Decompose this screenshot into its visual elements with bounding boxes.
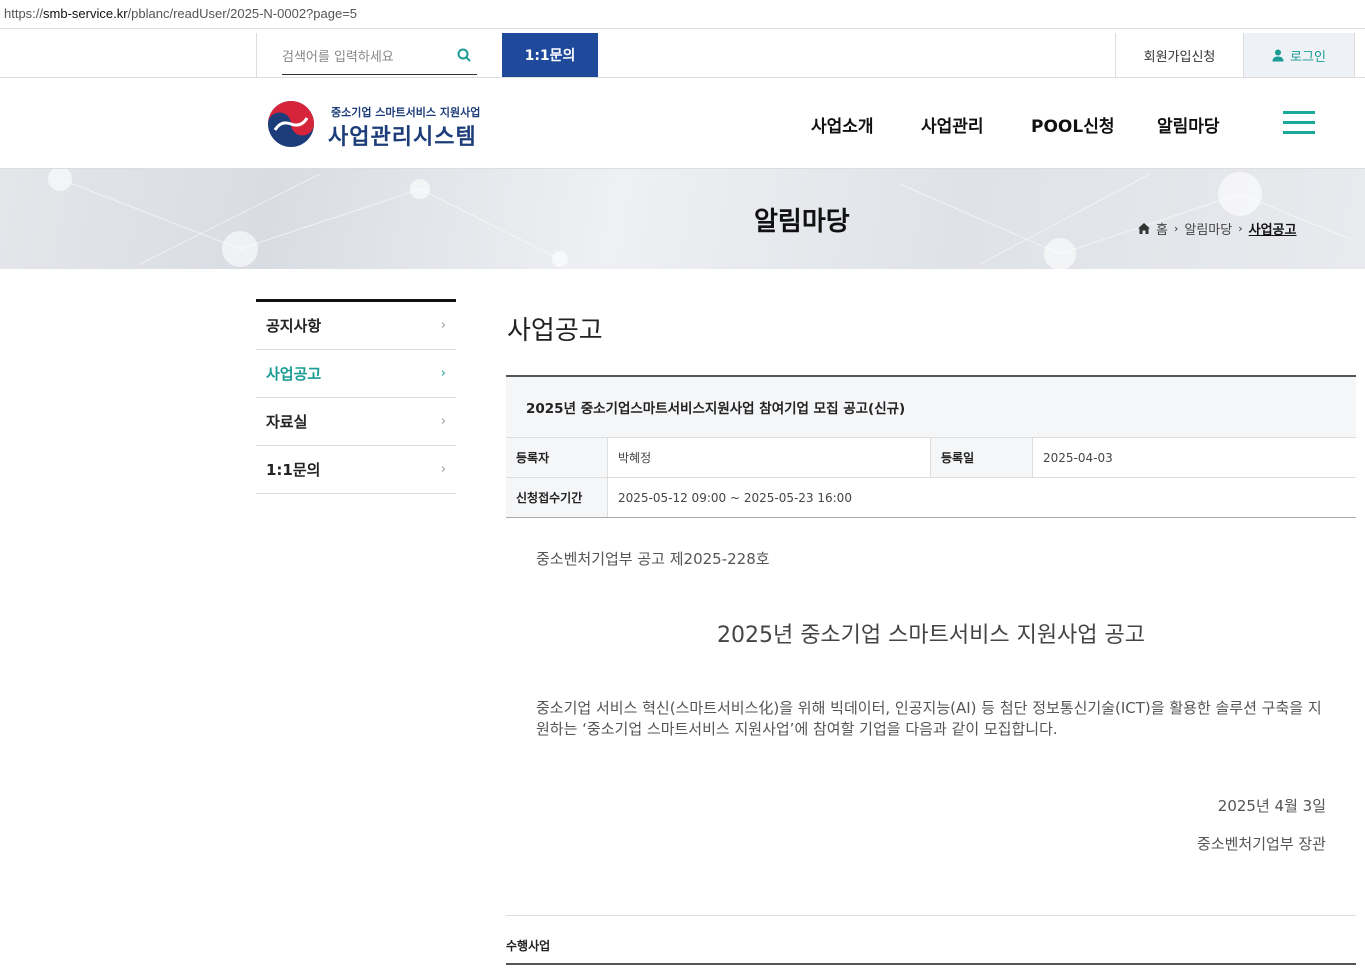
section-label: 수행사업 [506,939,551,953]
author-label: 등록자 [506,438,608,477]
document-issuer: 중소벤처기업부 장관 [1197,835,1326,853]
chevron-right-icon: › [1173,222,1179,235]
chevron-right-icon: › [440,462,446,477]
search-icon[interactable] [456,47,472,63]
logo-subtitle: 중소기업 스마트서비스 지원사업 [331,106,481,119]
sub-banner: 알림마당 홈 › 알림마당 › 사업공고 [0,169,1365,269]
inquiry-button[interactable]: 1:1문의 [502,33,598,77]
utility-bar: 1:1문의 회원가입신청 로그인 [0,33,1365,78]
divider [506,963,1356,965]
breadcrumb: 홈 › 알림마당 › 사업공고 [1138,219,1296,238]
chevron-right-icon: › [440,366,446,381]
document-title: 2025년 중소기업 스마트서비스 지원사업 공고 [716,623,1146,648]
sidebar-item-inquiry[interactable]: 1:1문의 › [256,446,456,494]
sidebar-item-label: 사업공고 [266,365,322,383]
nav-business-management[interactable]: 사업관리 [921,112,984,137]
post-title: 2025년 중소기업스마트서비스지원사업 참여기업 모집 공고(신규) [506,377,1356,438]
sidebar-item-announcements[interactable]: 사업공고 › [256,350,456,398]
breadcrumb-notice-board[interactable]: 알림마당 [1184,219,1232,238]
chevron-right-icon: › [1238,222,1243,235]
login-label: 로그인 [1290,49,1326,65]
sidebar-nav: 공지사항 › 사업공고 › 자료실 › 1:1문의 › [256,299,456,494]
sidebar-item-label: 공지사항 [266,317,322,335]
post-info-table: 2025년 중소기업스마트서비스지원사업 참여기업 모집 공고(신규) 등록자 … [506,375,1356,518]
chevron-right-icon: › [440,414,446,429]
address-bar[interactable]: https://smb-service.kr/pblanc/readUser/2… [0,0,1365,29]
nav-notice-board[interactable]: 알림마당 [1157,112,1220,137]
date-label: 등록일 [931,438,1033,477]
sidebar-item-resources[interactable]: 자료실 › [256,398,456,446]
home-icon[interactable] [1138,223,1150,234]
page-title: 사업공고 [507,316,603,346]
sidebar-item-label: 자료실 [266,413,308,431]
breadcrumb-home[interactable]: 홈 [1156,219,1168,238]
user-icon [1272,49,1284,61]
document-date: 2025년 4월 3일 [1217,797,1326,815]
author-value: 박혜정 [608,438,931,477]
period-value: 2025-05-12 09:00 ~ 2025-05-23 16:00 [618,490,852,505]
login-button[interactable]: 로그인 [1243,33,1355,77]
period-label: 신청접수기간 [506,478,608,517]
divider [506,915,1356,916]
nav-pool-apply[interactable]: POOL신청 [1031,112,1114,137]
chevron-right-icon: › [440,318,446,333]
date-value: 2025-04-03 [1043,450,1113,465]
sidebar-item-label: 1:1문의 [266,461,321,479]
logo-title[interactable]: 사업관리시스템 [328,119,477,151]
menu-icon[interactable] [1283,111,1315,135]
table-row: 등록자 박혜정 등록일 2025-04-03 [506,438,1356,478]
search-input[interactable] [282,41,477,75]
sidebar-item-notices[interactable]: 공지사항 › [256,302,456,350]
signup-button[interactable]: 회원가입신청 [1115,33,1243,77]
taegeuk-logo-icon[interactable] [267,100,315,148]
url-text: https://smb-service.kr/pblanc/readUser/2… [4,6,358,21]
breadcrumb-current[interactable]: 사업공고 [1249,219,1297,238]
search-box [256,33,477,77]
site-header: 중소기업 스마트서비스 지원사업 사업관리시스템 사업소개 사업관리 POOL신… [0,78,1365,169]
notice-number: 중소벤처기업부 공고 제2025-228호 [536,550,770,568]
document-paragraph: 중소기업 서비스 혁신(스마트서비스化)을 위해 빅데이터, 인공지능(AI) … [536,699,1322,738]
table-row: 신청접수기간 2025-05-12 09:00 ~ 2025-05-23 16:… [506,478,1356,518]
nav-business-intro[interactable]: 사업소개 [811,112,874,137]
